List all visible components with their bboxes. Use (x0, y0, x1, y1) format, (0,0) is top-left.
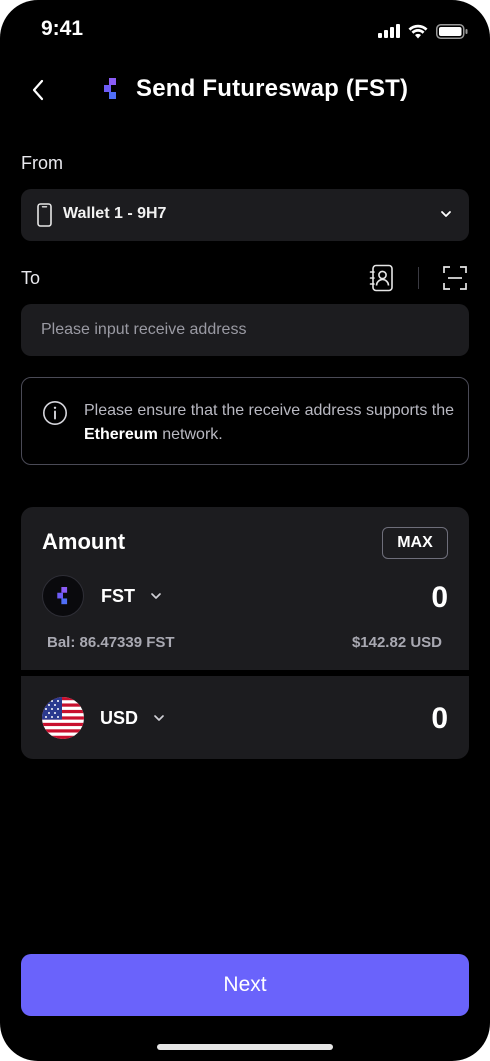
us-flag-icon (42, 697, 84, 739)
from-label: From (21, 153, 63, 173)
notice-text-before: Please ensure that the receive address s… (84, 402, 454, 419)
fiat-symbol: USD (100, 707, 139, 728)
token-logo (42, 575, 84, 617)
wallet-name: Wallet 1 - 9H7 (63, 205, 167, 222)
cellular-signal-icon (378, 24, 400, 38)
battery-icon (436, 23, 468, 39)
header: Send Futureswap (FST) (0, 66, 490, 116)
next-button[interactable]: Next (21, 954, 469, 1016)
chevron-left-icon (32, 79, 44, 101)
wifi-icon (408, 24, 428, 38)
to-label: To (21, 268, 41, 288)
token-symbol: FST (101, 585, 135, 606)
status-bar: 9:41 (0, 0, 490, 60)
scan-icon[interactable] (442, 265, 468, 291)
page-title: Send Futureswap (FST) (136, 75, 409, 102)
amount-title: Amount (42, 529, 126, 554)
futureswap-logo-icon (57, 587, 68, 605)
info-icon (43, 401, 67, 425)
notice-network: Ethereum (84, 426, 158, 443)
receive-address-input[interactable] (21, 304, 469, 356)
fiat-amount-input[interactable]: 0 (431, 702, 448, 736)
chevron-down-icon (441, 211, 451, 217)
token-balance: Bal: 86.47339 FST (47, 634, 175, 651)
notice-text-after: network. (157, 426, 223, 443)
notice-text: Please ensure that the receive address s… (84, 399, 454, 447)
divider (418, 267, 419, 289)
header-title-group: Send Futureswap (FST) (100, 75, 408, 103)
fiat-amount-card: USD 0 (21, 676, 469, 759)
address-book-icon[interactable] (369, 264, 395, 292)
chevron-down-icon (154, 715, 164, 721)
status-icons (378, 22, 468, 40)
token-balance-usd: $142.82 USD (351, 634, 442, 651)
phone-icon (37, 203, 52, 227)
network-notice: Please ensure that the receive address s… (21, 377, 469, 465)
amount-card: Amount MAX FST 0 Bal: 86.47339 FST $142.… (21, 507, 469, 670)
to-actions (369, 264, 468, 292)
token-selector[interactable]: FST (42, 575, 163, 617)
max-button[interactable]: MAX (382, 527, 448, 559)
status-time: 9:41 (41, 17, 84, 40)
screen: 9:41 Send Futureswap (FST) From Wallet 1… (0, 0, 490, 1061)
futureswap-logo-icon (104, 78, 116, 99)
wallet-selector[interactable]: Wallet 1 - 9H7 (21, 189, 469, 241)
token-amount-input[interactable]: 0 (431, 581, 448, 615)
receive-address-field (21, 304, 469, 356)
home-indicator (157, 1044, 333, 1050)
fiat-selector[interactable]: USD (42, 697, 166, 739)
back-button[interactable] (24, 76, 52, 104)
chevron-down-icon (151, 593, 161, 599)
